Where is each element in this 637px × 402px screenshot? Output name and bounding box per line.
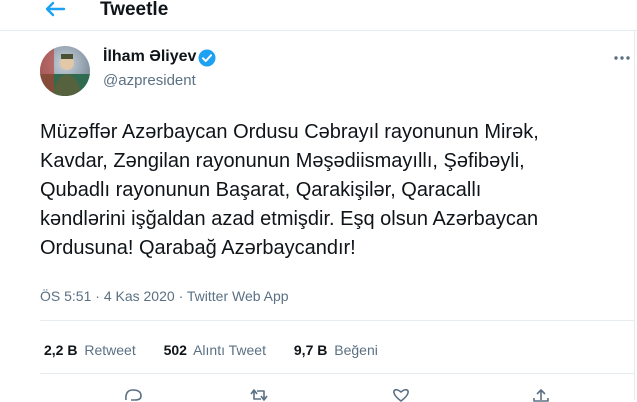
tweet-text-line: Qubadlı rayonunun Başarat, Qarakişilər, … xyxy=(40,179,482,201)
divider xyxy=(40,373,634,374)
tweet-date[interactable]: 4 Kas 2020 xyxy=(104,288,175,304)
tweet-text-line: Müzəffər Azərbaycan Ordusu Cəbrayıl rayo… xyxy=(40,121,539,143)
column-divider xyxy=(634,30,635,400)
retweet-count: 2,2 B xyxy=(44,342,78,358)
tweet-text: Müzəffər Azərbaycan Ordusu Cəbrayıl rayo… xyxy=(40,118,632,263)
tweet-stats: 2,2 B Retweet 502 Alıntı Tweet 9,7 B Beğ… xyxy=(44,342,402,358)
author-name[interactable]: İlham Əliyev xyxy=(103,48,196,66)
like-label: Beğeni xyxy=(334,342,378,358)
author-handle[interactable]: @azpresident xyxy=(103,72,196,89)
like-count: 9,7 B xyxy=(293,342,328,358)
tweet-text-line: Ordusuna! Qarabağ Azərbaycandır! xyxy=(40,237,356,259)
tweet-meta: ÖS 5:51 · 4 Kas 2020 · Twitter Web App xyxy=(40,288,289,304)
tweet-actions xyxy=(40,380,634,402)
divider xyxy=(40,320,634,321)
verified-badge-icon xyxy=(198,49,216,67)
retweet-count-link[interactable]: 2,2 B Retweet xyxy=(44,342,136,358)
tweet-source[interactable]: Twitter Web App xyxy=(187,288,289,304)
meta-separator: · xyxy=(178,288,184,304)
tweet-detail: İlham Əliyev @azpresident Müzəffər Azərb… xyxy=(0,30,634,402)
tweet-text-line: kəndlərini işğaldan azad etmişdir. Eşq o… xyxy=(40,208,539,230)
avatar[interactable] xyxy=(40,46,90,96)
quote-label: Alıntı Tweet xyxy=(193,342,266,358)
page-title: Tweetle xyxy=(100,0,169,20)
more-options-icon[interactable] xyxy=(612,54,632,62)
meta-separator: · xyxy=(95,288,100,304)
top-bar: Tweetle xyxy=(0,0,637,31)
arrow-left-icon[interactable] xyxy=(42,0,68,20)
retweet-label: Retweet xyxy=(84,342,136,358)
tweet-text-line: Kavdar, Zəngilan rayonunun Məşədiismayıl… xyxy=(40,150,525,172)
like-count-link[interactable]: 9,7 B Beğeni xyxy=(294,342,378,358)
tweet-time[interactable]: ÖS 5:51 xyxy=(40,288,91,304)
quote-count: 502 xyxy=(163,342,187,358)
quote-count-link[interactable]: 502 Alıntı Tweet xyxy=(164,342,266,358)
